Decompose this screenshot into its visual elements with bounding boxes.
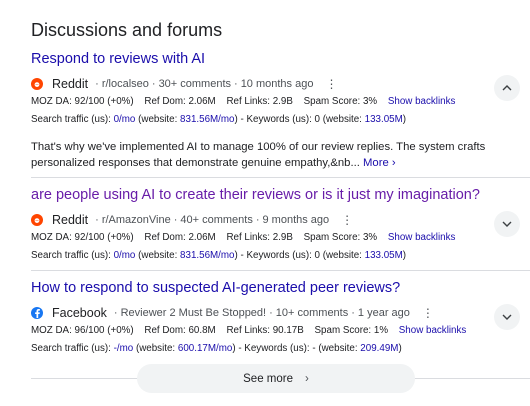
more-vert-icon[interactable]: ⋮ [325,77,337,91]
result-title-link[interactable]: are people using AI to create their revi… [31,187,491,203]
result-title-link[interactable]: Respond to reviews with AI [31,51,491,67]
moz-da: MOZ DA: 96/100 (+0%) [31,325,134,336]
result-2: are people using AI to create their revi… [31,187,491,261]
comment-count: 30+ comments [158,78,232,90]
website-traffic-link[interactable]: 600.17M/mo [178,343,232,354]
moz-metrics: MOZ DA: 92/100 (+0%) Ref Dom: 2.06M Ref … [31,96,491,107]
facebook-icon [31,307,43,319]
more-vert-icon[interactable]: ⋮ [422,306,434,320]
moz-da: MOZ DA: 92/100 (+0%) [31,96,134,107]
moz-da: MOZ DA: 92/100 (+0%) [31,232,134,243]
see-more-label: See more [243,372,293,385]
moz-metrics: MOZ DA: 92/100 (+0%) Ref Dom: 2.06M Ref … [31,232,491,243]
group-name: Reviewer 2 Must Be Stopped! [120,307,267,319]
result-title-link[interactable]: How to respond to suspected AI-generated… [31,280,491,296]
result-source: Reddit · r/localseo · 30+ comments · 10 … [31,76,491,92]
site-name: Reddit [52,77,89,91]
ref-links: Ref Links: 2.9B [226,232,293,243]
more-link[interactable]: More › [363,157,396,169]
divider [31,270,530,271]
search-traffic: Search traffic (us): 0/mo (website: 831.… [31,250,407,261]
traffic-link[interactable]: -/mo [114,343,134,354]
chevron-down-icon [502,314,512,320]
keywords-link[interactable]: 133.05M [365,250,403,261]
keywords-link[interactable]: 133.05M [365,114,403,125]
expand-toggle[interactable] [494,304,520,330]
comment-count: 10+ comments [275,307,349,319]
show-backlinks-link[interactable]: Show backlinks [388,96,456,107]
subreddit: r/AmazonVine [101,214,171,226]
site-name: Reddit [52,213,89,227]
subreddit: r/localseo [101,78,149,90]
ref-dom: Ref Dom: 2.06M [144,232,216,243]
result-source: Reddit · r/AmazonVine · 40+ comments · 9… [31,212,491,228]
search-traffic: Search traffic (us): 0/mo (website: 831.… [31,114,407,125]
spam-score: Spam Score: 3% [303,232,378,243]
reddit-icon [31,214,43,226]
divider [31,177,530,178]
chevron-right-icon: › [305,372,309,385]
expand-toggle[interactable] [494,211,520,237]
ref-links: Ref Links: 2.9B [226,96,293,107]
chevron-right-icon: › [391,157,396,169]
show-backlinks-link[interactable]: Show backlinks [388,232,456,243]
traffic-link[interactable]: 0/mo [114,250,136,261]
ref-dom: Ref Dom: 60.8M [144,325,216,336]
moz-metrics: MOZ DA: 96/100 (+0%) Ref Dom: 60.8M Ref … [31,325,491,336]
spam-score: Spam Score: 1% [314,325,389,336]
collapse-toggle[interactable] [494,75,520,101]
reddit-icon [31,78,43,90]
spam-score: Spam Score: 3% [303,96,378,107]
chevron-up-icon [502,85,512,91]
result-1: Respond to reviews with AI Reddit · r/lo… [31,51,491,171]
chevron-down-icon [502,221,512,227]
website-traffic-link[interactable]: 831.56M/mo [180,250,234,261]
ref-links: Ref Links: 90.17B [226,325,304,336]
search-traffic: Search traffic (us): -/mo (website: 600.… [31,343,402,354]
see-more-button[interactable]: See more › [137,364,415,393]
more-vert-icon[interactable]: ⋮ [341,213,353,227]
result-3: How to respond to suspected AI-generated… [31,280,491,354]
result-snippet: That's why we've implemented AI to manag… [31,141,486,169]
section-title: Discussions and forums [31,20,223,40]
post-age: 1 year ago [357,307,410,319]
keywords-link[interactable]: 209.49M [360,343,398,354]
traffic-link[interactable]: 0/mo [114,114,136,125]
site-name: Facebook [52,306,107,320]
post-age: 9 months ago [262,214,330,226]
post-age: 10 months ago [240,78,314,90]
result-source: Facebook · Reviewer 2 Must Be Stopped! ·… [31,305,491,321]
comment-count: 40+ comments [180,214,253,226]
website-traffic-link[interactable]: 831.56M/mo [180,114,234,125]
show-backlinks-link[interactable]: Show backlinks [399,325,467,336]
ref-dom: Ref Dom: 2.06M [144,96,216,107]
